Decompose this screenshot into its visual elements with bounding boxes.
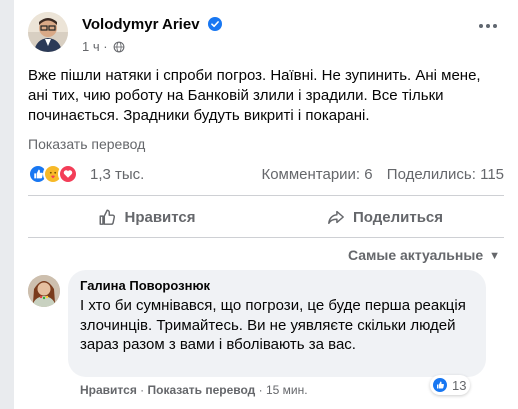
comment-text: І хто би сумнівався, що погрози, це буде… — [80, 297, 466, 353]
comment-reaction-count: 13 — [452, 377, 467, 393]
post-card: Volodymyr Ariev 1 ч · Вже пішли натяки і… — [14, 0, 518, 409]
divider — [28, 237, 504, 238]
post-actions: Нравится Поделиться — [28, 199, 504, 235]
post-time[interactable]: 1 ч — [82, 39, 100, 54]
comment-sort-dropdown[interactable]: Самые актуальные ▼ — [348, 247, 500, 263]
post-stats: 1,3 тыс. Комментарии: 6 Поделились: 115 — [28, 162, 504, 188]
comment-sort-label: Самые актуальные — [347, 247, 484, 263]
commenter-name[interactable]: Галина Поворознюк — [80, 278, 474, 294]
comment-reactions[interactable]: 13 — [430, 375, 471, 395]
reaction-icons[interactable] — [28, 164, 78, 186]
more-icon[interactable] — [472, 14, 504, 38]
shares-count[interactable]: Поделились: 115 — [387, 166, 504, 183]
verified-badge-icon — [207, 17, 222, 31]
love-reaction-icon — [58, 164, 78, 184]
caret-down-icon: ▼ — [489, 250, 500, 262]
author-name-text[interactable]: Volodymyr Ariev — [82, 16, 200, 33]
share-icon — [328, 210, 344, 225]
divider — [28, 195, 504, 196]
like-button[interactable]: Нравится — [28, 199, 266, 235]
comment-show-translation[interactable]: Показать перевод — [148, 383, 256, 397]
comment-time[interactable]: 15 мин. — [266, 383, 308, 397]
thumbs-up-icon — [100, 209, 116, 225]
reaction-count[interactable]: 1,3 тыс. — [90, 166, 144, 183]
comment-actions: Нравится · Показать перевод · 15 мин. — [80, 383, 308, 397]
like-reaction-icon — [432, 377, 448, 393]
comment-like-button[interactable]: Нравится — [80, 383, 137, 397]
author-avatar[interactable] — [28, 12, 68, 52]
stats-right: Комментарии: 6 Поделились: 115 — [261, 166, 504, 183]
author-name[interactable]: Volodymyr Ariev — [82, 16, 222, 33]
comments-count[interactable]: Комментарии: 6 — [261, 166, 372, 183]
share-button-label: Поделиться — [352, 208, 444, 226]
like-button-label: Нравится — [124, 208, 196, 226]
show-translation-link[interactable]: Показать перевод — [28, 136, 145, 152]
commenter-avatar[interactable] — [28, 275, 60, 307]
post-meta: 1 ч · — [82, 39, 125, 54]
globe-icon — [113, 41, 125, 53]
share-button[interactable]: Поделиться — [266, 199, 504, 235]
post-text: Вже пішли натяки і спроби погроз. Наївні… — [28, 67, 481, 124]
comment-bubble: Галина Поворознюк І хто би сумнівався, щ… — [68, 270, 486, 377]
